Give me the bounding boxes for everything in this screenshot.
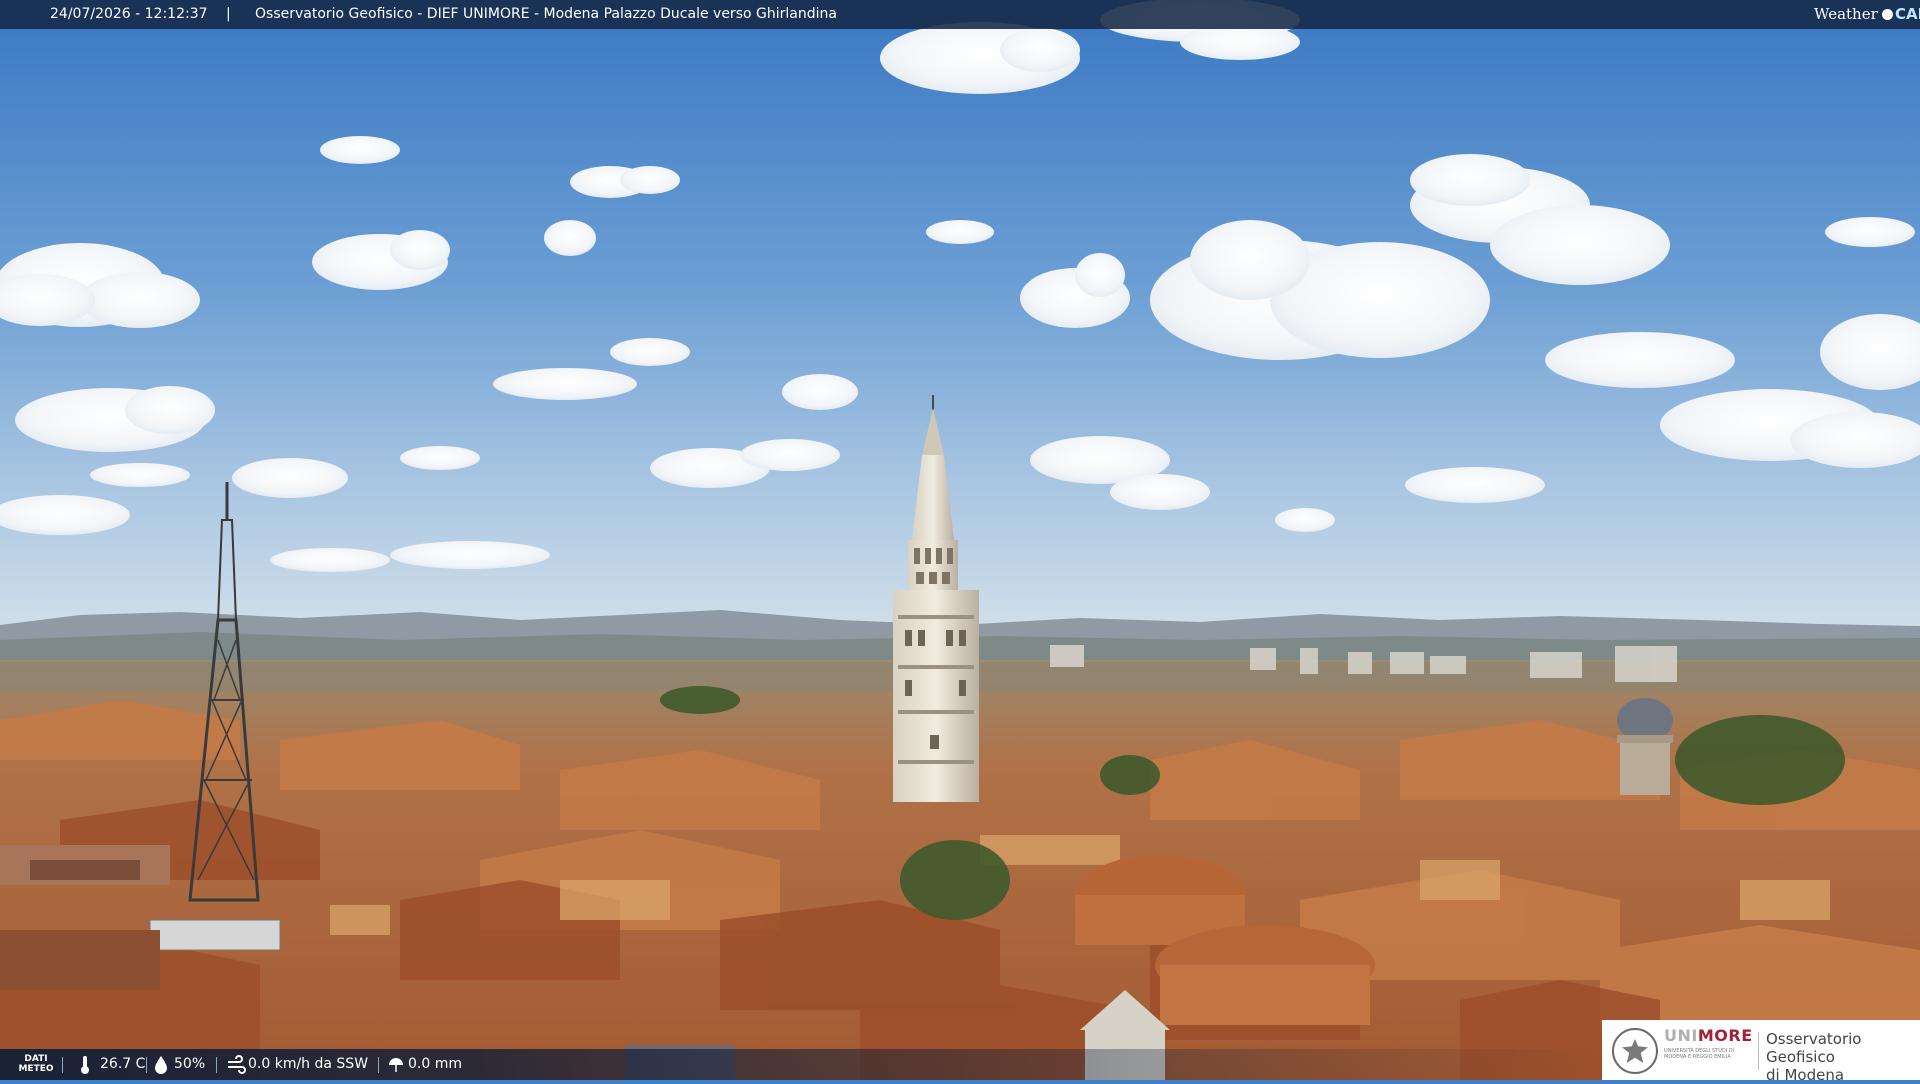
weathercam-logo-cam: CAM <box>1895 5 1920 23</box>
church-dome <box>1617 698 1673 795</box>
weather-data-label: DATI METEO <box>14 1054 58 1074</box>
humidity-icon <box>155 1056 167 1074</box>
logo-divider <box>1758 1032 1759 1070</box>
weathercam-logo-weather: Weather <box>1814 5 1878 23</box>
seal-emblem <box>1622 1039 1648 1063</box>
temperature-value: 26.7 C <box>100 1056 146 1072</box>
unimore-logo[interactable]: UNIMORE UNIVERSITÀ DEGLI STUDI DI MODENA… <box>1602 1020 1920 1084</box>
unimore-wordmark-more: MORE <box>1697 1026 1753 1045</box>
weathercam-logo-dot-icon <box>1882 9 1893 20</box>
weather-divider <box>378 1057 379 1073</box>
rain-value: 0.0 mm <box>408 1056 462 1072</box>
humidity-value: 50% <box>174 1056 206 1072</box>
university-seal-icon <box>1612 1028 1658 1074</box>
wind-reading: 0.0 km/h da SSW <box>226 1049 386 1080</box>
observatory-name-line1: Osservatorio Geofisico <box>1766 1030 1862 1066</box>
humidity-reading: 50% <box>152 1049 212 1080</box>
university-subtitle: UNIVERSITÀ DEGLI STUDI DI MODENA E REGGI… <box>1664 1048 1735 1060</box>
thermometer-icon <box>81 1056 89 1074</box>
weather-divider <box>62 1057 63 1073</box>
camera-title: Osservatorio Geofisico - DIEF UNIMORE - … <box>255 6 837 22</box>
rain-icon <box>389 1058 403 1072</box>
unimore-wordmark: UNIMORE <box>1664 1026 1753 1045</box>
weather-divider <box>146 1057 147 1073</box>
observatory-name-line2: di Modena <box>1766 1066 1845 1084</box>
weather-data-bar: DATI METEO 26.7 C 50% 0.0 km/h da SSW 0.… <box>0 1049 1600 1080</box>
wind-icon <box>228 1055 246 1074</box>
top-banner: 24/07/2026 - 12:12:37 | Osservatorio Geo… <box>0 0 1920 29</box>
weathercam-logo[interactable]: Weather CAM <box>1814 2 1920 27</box>
banner-separator: | <box>226 6 231 22</box>
weather-data-label-line2: METEO <box>18 1064 54 1074</box>
weather-divider <box>216 1057 217 1073</box>
unimore-wordmark-uni: UNI <box>1664 1026 1698 1045</box>
capture-datetime: 24/07/2026 - 12:12:37 <box>50 6 208 22</box>
rain-reading: 0.0 mm <box>386 1049 486 1080</box>
webcam-image <box>0 0 1920 1080</box>
observatory-name: Osservatorio Geofisico di Modena <box>1766 1030 1920 1084</box>
wind-value: 0.0 km/h da SSW <box>248 1056 369 1072</box>
weather-data-label-line1: DATI <box>24 1054 48 1064</box>
